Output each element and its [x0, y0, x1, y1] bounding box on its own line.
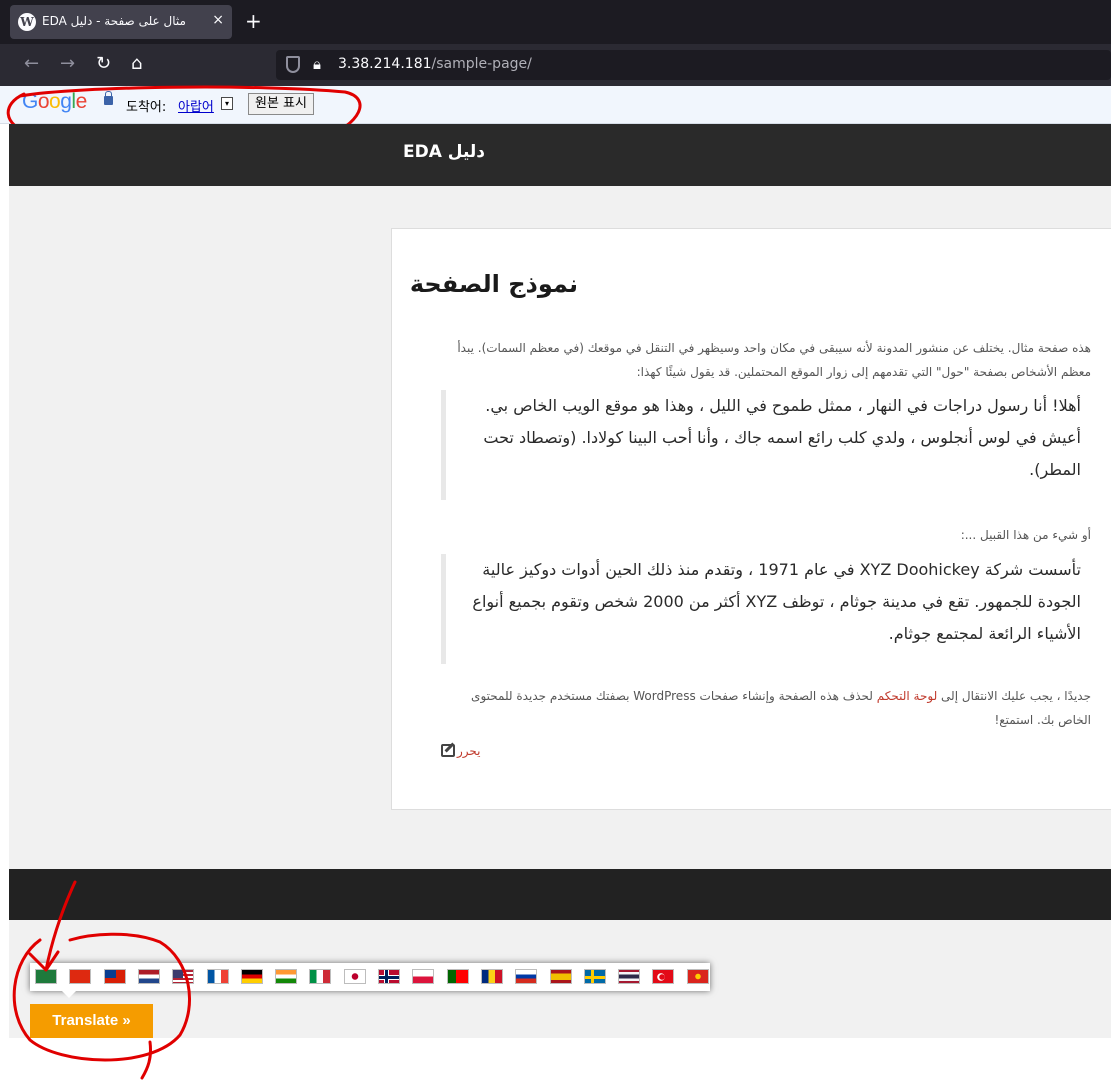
flag-saudi-arabia[interactable] — [35, 969, 57, 984]
edit-row: يحرر — [441, 744, 481, 758]
browser-tab[interactable]: W EDA مثال على صفحة - دليل × — [10, 5, 232, 39]
new-tab-icon[interactable]: + — [245, 9, 262, 33]
site-header: دليل EDA — [9, 124, 1111, 186]
flag-russia[interactable] — [515, 969, 538, 984]
flag-bar-pointer — [62, 991, 76, 998]
secure-lock-icon — [104, 91, 113, 105]
reload-icon[interactable]: ↻ — [96, 53, 111, 74]
translate-button[interactable]: Translate » — [30, 1004, 153, 1038]
flag-taiwan[interactable] — [103, 969, 126, 984]
flag-france[interactable] — [206, 969, 229, 984]
url-host: 3.38.214.181 — [338, 56, 432, 72]
flag-poland[interactable] — [412, 969, 435, 984]
final-paragraph: جديدًا ، يجب عليك الانتقال إلى لوحة التح… — [441, 684, 1091, 732]
flag-germany[interactable] — [240, 969, 263, 984]
browser-nav-bar: ← → ↻ ⌂ 🔒︎ 3.38.214.181/sample-page/ — [0, 44, 1111, 86]
show-original-button[interactable]: 원본 표시 — [248, 93, 314, 115]
close-icon[interactable]: × — [212, 12, 224, 28]
url-path: /sample-page/ — [431, 56, 532, 72]
forward-icon[interactable]: → — [60, 53, 75, 74]
back-icon[interactable]: ← — [24, 53, 39, 74]
address-bar[interactable]: 🔒︎ 3.38.214.181/sample-page/ — [276, 50, 1111, 80]
shield-icon[interactable] — [286, 56, 300, 73]
flag-vietnam[interactable] — [686, 969, 709, 984]
flag-china[interactable] — [69, 969, 92, 984]
url-text[interactable]: 3.38.214.181/sample-page/ — [338, 56, 532, 72]
quote-1: أهلا! أنا رسول دراجات في النهار ، ممثل ط… — [441, 390, 1081, 500]
google-translate-bar: Google 도착어: 아랍어 ▾ 원본 표시 — [0, 86, 1111, 124]
site-title[interactable]: دليل EDA — [9, 142, 879, 162]
flag-language-bar — [30, 963, 710, 991]
dashboard-link[interactable]: لوحة التحكم — [877, 689, 938, 703]
flag-japan[interactable] — [343, 969, 366, 984]
wordpress-icon: W — [18, 13, 36, 31]
tab-title: EDA مثال على صفحة - دليل — [42, 14, 186, 28]
flag-norway[interactable] — [378, 969, 400, 984]
final-text-start: جديدًا ، يجب عليك الانتقال إلى — [937, 689, 1091, 703]
quote-2: تأسست شركة XYZ Doohickey في عام 1971 ، و… — [441, 554, 1081, 664]
target-language-link[interactable]: 아랍어 — [178, 96, 214, 115]
or-paragraph: أو شيء من هذا القبيل ...: — [960, 528, 1091, 542]
intro-paragraph: هذه صفحة مثال. يختلف عن منشور المدونة لأ… — [457, 341, 1091, 379]
flag-india[interactable] — [275, 969, 298, 984]
flag-romania[interactable] — [480, 969, 503, 984]
google-logo: Google — [22, 90, 87, 113]
edit-icon[interactable] — [441, 744, 455, 757]
flag-netherlands[interactable] — [137, 969, 160, 984]
lock-icon[interactable]: 🔒︎ — [313, 55, 321, 73]
flag-portugal[interactable] — [446, 969, 469, 984]
flag-sweden[interactable] — [583, 969, 606, 984]
site-footer — [9, 869, 1111, 920]
target-language-label: 도착어: — [126, 100, 167, 115]
flag-thailand[interactable] — [618, 969, 641, 984]
flag-italy[interactable] — [309, 969, 332, 984]
flag-turkey[interactable] — [652, 969, 675, 984]
browser-tab-bar: W EDA مثال على صفحة - دليل × + — [0, 0, 1111, 44]
language-dropdown-icon[interactable]: ▾ — [221, 97, 233, 110]
page-title: نموذج الصفحة — [409, 270, 578, 298]
home-icon[interactable]: ⌂ — [131, 53, 142, 74]
edit-link[interactable]: يحرر — [457, 744, 481, 758]
flag-united-states[interactable] — [172, 969, 195, 984]
flag-spain[interactable] — [549, 969, 572, 984]
